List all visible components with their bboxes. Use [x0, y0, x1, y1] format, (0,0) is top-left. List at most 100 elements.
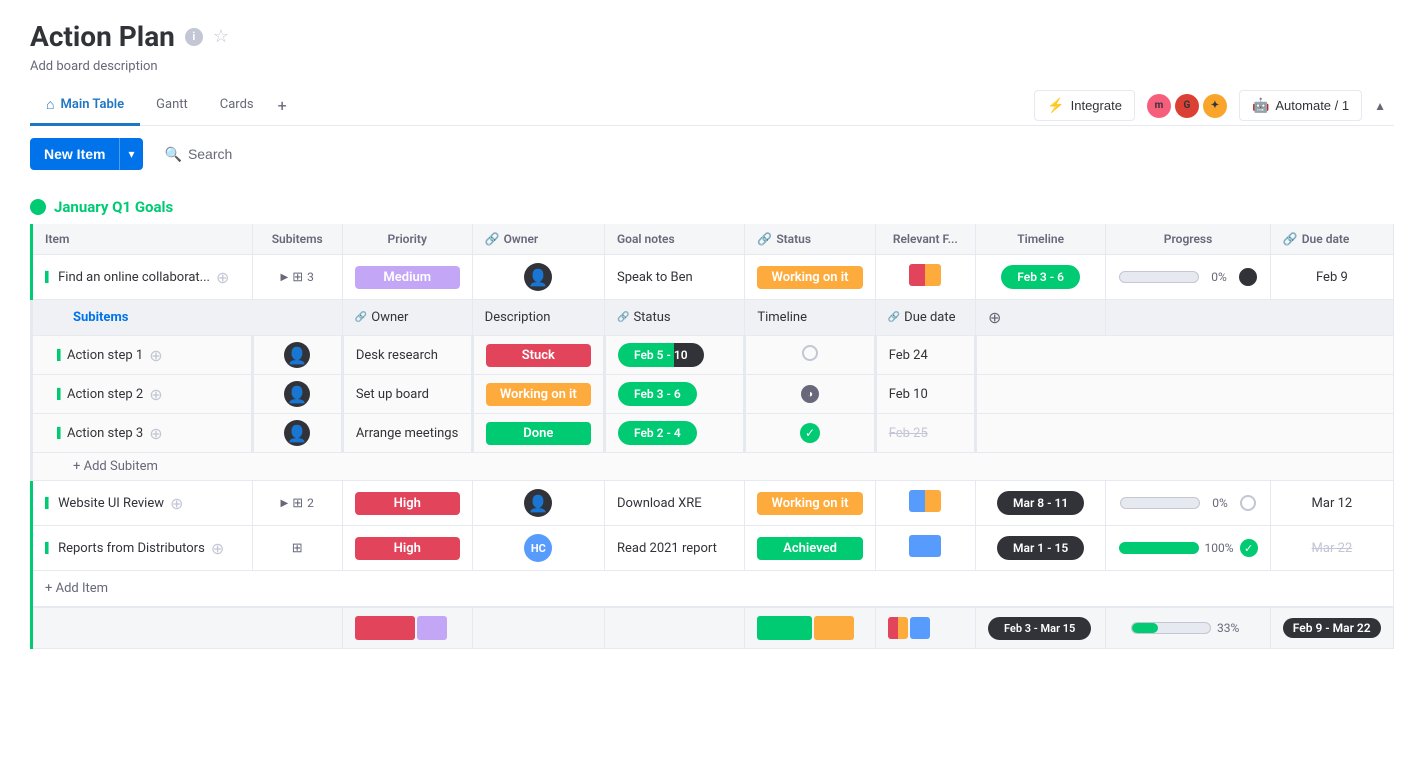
summary-relevant: [875, 607, 975, 649]
page-title: Action Plan: [30, 20, 175, 53]
row3-item: ▌ Reports from Distributors ⊕: [32, 526, 253, 571]
row2-priority[interactable]: High: [342, 481, 472, 526]
tab-gantt[interactable]: Gantt: [140, 87, 204, 125]
add-subitem-label[interactable]: + Add Subitem: [73, 459, 158, 474]
status-working-badge[interactable]: Working on it: [486, 383, 591, 406]
add-subitem-icon[interactable]: ⊕: [149, 346, 162, 365]
chevron-up-icon[interactable]: ▲: [1374, 99, 1386, 113]
subitem2-radio: ◑: [745, 375, 875, 414]
row2-progress-bar-outer: [1120, 497, 1200, 509]
subitem1-duedate: [745, 336, 875, 375]
row2-avatar: 👤: [524, 489, 552, 517]
row1-item: ▌ Find an online collaborat... ⊕: [32, 255, 253, 300]
row1-owner[interactable]: 👤: [472, 255, 604, 300]
radio-half[interactable]: ◑: [801, 385, 819, 403]
subitem1-empty: [975, 336, 1393, 375]
add-subitem2-icon[interactable]: ⊕: [149, 385, 162, 404]
summary-p1-bar: [355, 616, 415, 640]
summary-notes: [604, 607, 744, 649]
info-icon[interactable]: i: [185, 28, 203, 46]
summary-progress-inner: [1132, 623, 1158, 633]
subitem3-owner: 👤: [252, 414, 342, 453]
add-row2-icon[interactable]: ⊕: [170, 494, 183, 513]
row1-progress: 0%: [1106, 255, 1270, 300]
priority-high-badge[interactable]: High: [355, 492, 460, 515]
row3-color-bar: ▌: [45, 543, 52, 554]
automate-button[interactable]: 🤖 Automate / 1: [1239, 90, 1362, 121]
new-item-button[interactable]: New Item: [30, 138, 119, 170]
row2-relevant: [875, 481, 975, 526]
subitem-row-3: ▌ Action step 3 ⊕ 👤 Arrange meetings Don…: [32, 414, 1394, 453]
summary-owner: [472, 607, 604, 649]
subitem2-status[interactable]: Working on it: [472, 375, 604, 414]
add-subitem3-icon[interactable]: ⊕: [149, 424, 162, 443]
subitem2-name: ▌ Action step 2 ⊕: [32, 375, 253, 414]
link-icon4: 🔗: [617, 312, 629, 323]
subitem-color-bar: ▌: [57, 350, 61, 361]
add-item-row: + Add Item: [32, 571, 1394, 608]
subitem1-status[interactable]: Stuck: [472, 336, 604, 375]
row2-status[interactable]: Working on it: [745, 481, 875, 526]
avatar-google: G: [1175, 94, 1199, 118]
row2-status-badge[interactable]: Working on it: [757, 492, 862, 515]
subitem-icon2: ⊞: [292, 496, 303, 511]
add-row-icon[interactable]: ⊕: [216, 268, 229, 287]
star-icon[interactable]: ☆: [213, 26, 229, 47]
expand-icon2[interactable]: ▶: [281, 498, 289, 509]
tab-main-table[interactable]: ⌂ Main Table: [30, 86, 140, 126]
link-icon3: 🔗: [1283, 232, 1298, 246]
add-subitem-cell[interactable]: + Add Subitem: [32, 453, 1394, 481]
summary-priority: [342, 607, 472, 649]
row3-timeline: Mar 1 - 15: [975, 526, 1105, 571]
status-done-badge[interactable]: Done: [486, 422, 591, 445]
row3-status-badge[interactable]: Achieved: [757, 537, 862, 560]
subitem3-status[interactable]: Done: [472, 414, 604, 453]
row1-priority[interactable]: Medium: [342, 255, 472, 300]
row1-subitems[interactable]: ▶ ⊞ 3: [252, 255, 342, 300]
subitem2-duedate-val: Feb 10: [875, 375, 975, 414]
row3-priority[interactable]: High: [342, 526, 472, 571]
integrate-icon: ⚡: [1047, 97, 1064, 114]
add-item-label[interactable]: + Add Item: [45, 581, 108, 596]
radio-circle[interactable]: [802, 345, 818, 361]
new-item-wrapper: New Item ▾: [30, 138, 143, 170]
row2-subitems[interactable]: ▶ ⊞ 2: [252, 481, 342, 526]
integrate-button[interactable]: ⚡ Integrate: [1034, 90, 1135, 121]
row3-status[interactable]: Achieved: [745, 526, 875, 571]
th-owner: 🔗Owner: [472, 224, 604, 255]
tab-add[interactable]: +: [270, 86, 295, 125]
priority-badge[interactable]: Medium: [355, 266, 460, 289]
status-stuck-badge[interactable]: Stuck: [486, 344, 591, 367]
subitem2-desc: Set up board: [342, 375, 472, 414]
row3-owner[interactable]: HC: [472, 526, 604, 571]
row3-priority-badge[interactable]: High: [355, 537, 460, 560]
home-icon: ⌂: [46, 96, 54, 113]
summary-progress-bar: [1131, 622, 1211, 634]
owner-avatar: 👤: [524, 263, 552, 291]
subitem-row-1: ▌ Action step 1 ⊕ 👤 Desk research Stuck …: [32, 336, 1394, 375]
subitem3-avatar: 👤: [284, 420, 310, 446]
subitem1-duedate-val: Feb 24: [875, 336, 975, 375]
status-badge[interactable]: Working on it: [757, 266, 862, 289]
subh-goalnotes: 🔗Status: [604, 300, 744, 336]
add-row3-icon[interactable]: ⊕: [211, 539, 224, 558]
row2-progress: 0%: [1106, 481, 1270, 526]
search-button[interactable]: 🔍 Search: [153, 140, 245, 169]
tab-cards[interactable]: Cards: [204, 87, 270, 125]
summary-empty: [32, 607, 343, 649]
table-row: ▌ Find an online collaborat... ⊕ ▶ ⊞ 3: [32, 255, 1394, 300]
row1-status[interactable]: Working on it: [745, 255, 875, 300]
automate-icon: 🤖: [1252, 97, 1269, 114]
new-item-dropdown[interactable]: ▾: [119, 138, 142, 170]
subitem2-avatar: 👤: [284, 381, 310, 407]
group1-dot: [30, 199, 46, 215]
th-timeline: Timeline: [975, 224, 1105, 255]
summary-p2-bar: [417, 616, 447, 640]
add-col-icon[interactable]: ⊕: [988, 308, 1001, 327]
expand-icon[interactable]: ▶: [281, 272, 289, 283]
board-description[interactable]: Add board description: [30, 59, 1394, 74]
add-item-cell[interactable]: + Add Item: [32, 571, 1394, 608]
check-circle[interactable]: ✓: [800, 423, 820, 443]
row2-owner[interactable]: 👤: [472, 481, 604, 526]
row3-subitems[interactable]: ⊞: [252, 526, 342, 571]
